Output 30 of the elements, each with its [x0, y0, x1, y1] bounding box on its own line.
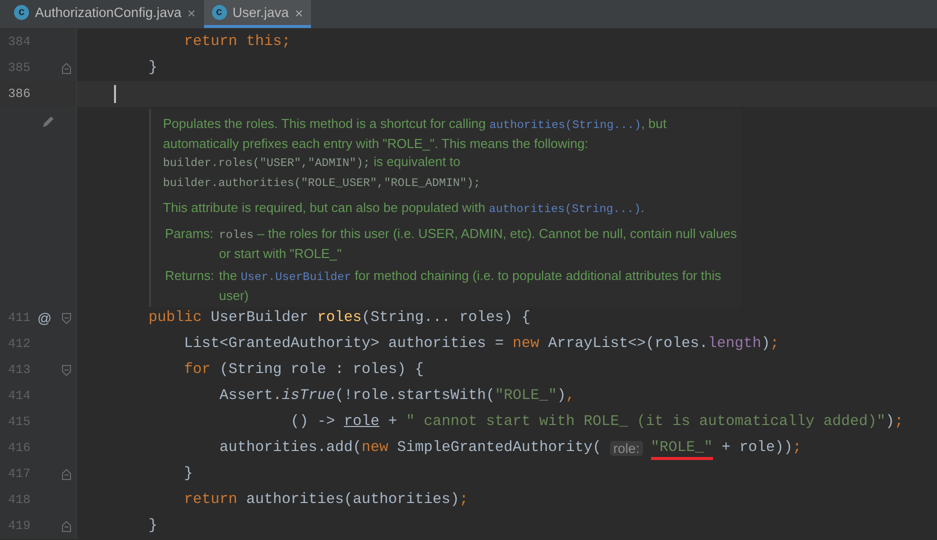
override-marker[interactable]: @	[37, 310, 52, 326]
editor-tab[interactable]: c User.java ×	[204, 0, 311, 28]
code-line: List<GrantedAuthority> authorities = new ArrayList<>(roles.length);	[183, 335, 780, 354]
code-line: public UserBuilder roles(String... roles) {	[148, 309, 530, 328]
close-icon[interactable]: ×	[187, 4, 196, 20]
pencil-icon[interactable]	[41, 115, 55, 129]
code-line: for (String role : roles) {	[183, 361, 424, 380]
fold-icon[interactable]	[62, 312, 71, 324]
line-number: 386	[7, 87, 32, 101]
fold-icon[interactable]	[62, 62, 71, 74]
doc-tag-label: Returns:	[164, 267, 216, 285]
code-line: }	[148, 59, 158, 78]
code-line: return authorities(authorities);	[183, 491, 468, 510]
code-line: Assert.isTrue(!role.startsWith("ROLE_"),	[218, 387, 575, 406]
code-line: () -> role + " cannot start with ROLE_ (it is automatically added)");	[290, 413, 904, 432]
class-icon: c	[212, 5, 227, 20]
fold-icon[interactable]	[62, 520, 71, 532]
code-line: }	[148, 517, 158, 536]
text-caret	[114, 85, 116, 103]
class-icon: c	[14, 5, 29, 20]
editor-tab[interactable]: c AuthorizationConfig.java ×	[6, 0, 204, 28]
close-icon[interactable]: ×	[294, 4, 303, 20]
doc-tag-text: the User.UserBuilder for method chaining (i.e. to populate additional attributes for this user)	[219, 267, 722, 305]
doc-tag-label: Params:	[164, 225, 214, 243]
fold-icon[interactable]	[62, 468, 71, 480]
code-line: }	[183, 465, 193, 484]
code-line: authorities.add(new SimpleGrantedAuthority( role: "ROLE_" + role));	[113, 435, 802, 461]
doc-tag-text: roles – the roles for this user (i.e. USER, ADMIN, etc). Cannot be null, contain null values or start with "ROLE_"	[219, 225, 738, 263]
fold-icon[interactable]	[62, 364, 71, 376]
code-line: return this;	[183, 33, 291, 52]
